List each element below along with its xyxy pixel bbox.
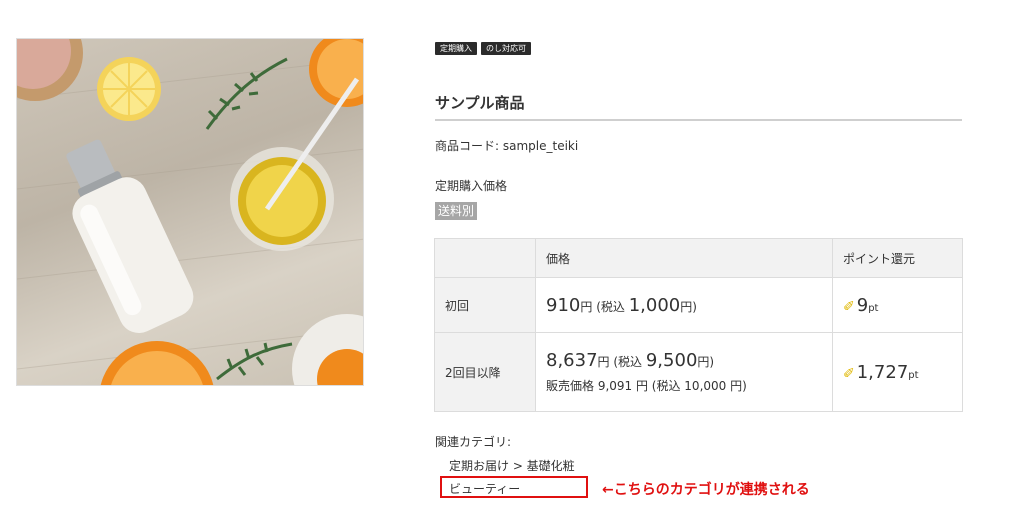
table-row: 初回 910円 (税込 1,000円) ✐ 9pt bbox=[434, 277, 963, 333]
annotation-note: ←こちらのカテゴリが連携される bbox=[602, 482, 810, 498]
header-price: 価格 bbox=[535, 238, 833, 278]
category-link-beauty[interactable]: ビューティー bbox=[449, 480, 520, 497]
header-points: ポイント還元 bbox=[832, 238, 963, 278]
price-table-header: 価格 ポイント還元 bbox=[434, 238, 963, 278]
subscription-price-heading: 定期購入価格 bbox=[435, 179, 508, 193]
price-cell-first: 910円 (税込 1,000円) bbox=[535, 277, 833, 333]
yen-unit: 円 bbox=[580, 299, 593, 314]
points-unit: pt bbox=[908, 369, 919, 381]
row-label-first: 初回 bbox=[434, 277, 536, 333]
tax-price-value: 9,500 bbox=[645, 350, 698, 371]
badge-gift-wrap: のし対応可 bbox=[481, 42, 531, 55]
tax-price-value: 1,000 bbox=[628, 294, 681, 316]
product-code: 商品コード: sample_teiki bbox=[435, 137, 578, 154]
tax-close: 円) bbox=[697, 355, 715, 369]
row-label-second: 2回目以降 bbox=[434, 332, 536, 412]
price-value: 910 bbox=[546, 294, 581, 316]
price-value: 8,637 bbox=[546, 350, 598, 371]
product-code-label: 商品コード: bbox=[435, 139, 500, 153]
category-link-skincare[interactable]: 定期お届け > 基礎化粧 bbox=[449, 457, 575, 474]
pencil-icon: ✐ bbox=[843, 298, 855, 315]
tax-open: (税込 bbox=[609, 355, 646, 369]
product-title: サンプル商品 bbox=[435, 94, 525, 112]
sale-price-note: 販売価格 9,091 円 (税込 10,000 円) bbox=[546, 379, 747, 393]
tax-open: (税込 bbox=[592, 299, 629, 314]
product-code-value: sample_teiki bbox=[502, 139, 579, 153]
table-row: 2回目以降 8,637円 (税込 9,500円) 販売価格 9,091 円 (税… bbox=[434, 332, 963, 412]
points-cell-first: ✐ 9pt bbox=[832, 277, 963, 333]
yen-unit: 円 bbox=[597, 355, 610, 369]
title-divider bbox=[435, 119, 962, 121]
points-value: 1,727 bbox=[856, 361, 909, 383]
badge-subscription: 定期購入 bbox=[435, 42, 477, 55]
price-cell-second: 8,637円 (税込 9,500円) 販売価格 9,091 円 (税込 10,0… bbox=[535, 332, 833, 412]
pencil-icon: ✐ bbox=[843, 365, 855, 382]
price-table: 価格 ポイント還元 初回 910円 (税込 1,000円) ✐ 9pt 2回目以降… bbox=[434, 238, 963, 412]
points-cell-second: ✐ 1,727pt bbox=[832, 332, 963, 412]
related-categories-label: 関連カテゴリ: bbox=[435, 435, 512, 449]
tax-close: 円) bbox=[680, 299, 697, 314]
header-blank bbox=[434, 238, 536, 278]
product-badges: 定期購入 のし対応可 bbox=[435, 42, 531, 55]
points-unit: pt bbox=[868, 302, 879, 314]
shipping-tag: 送料別 bbox=[435, 202, 478, 220]
product-image bbox=[16, 38, 364, 386]
product-photo-illustration bbox=[17, 39, 363, 385]
points-value: 9 bbox=[856, 294, 869, 316]
